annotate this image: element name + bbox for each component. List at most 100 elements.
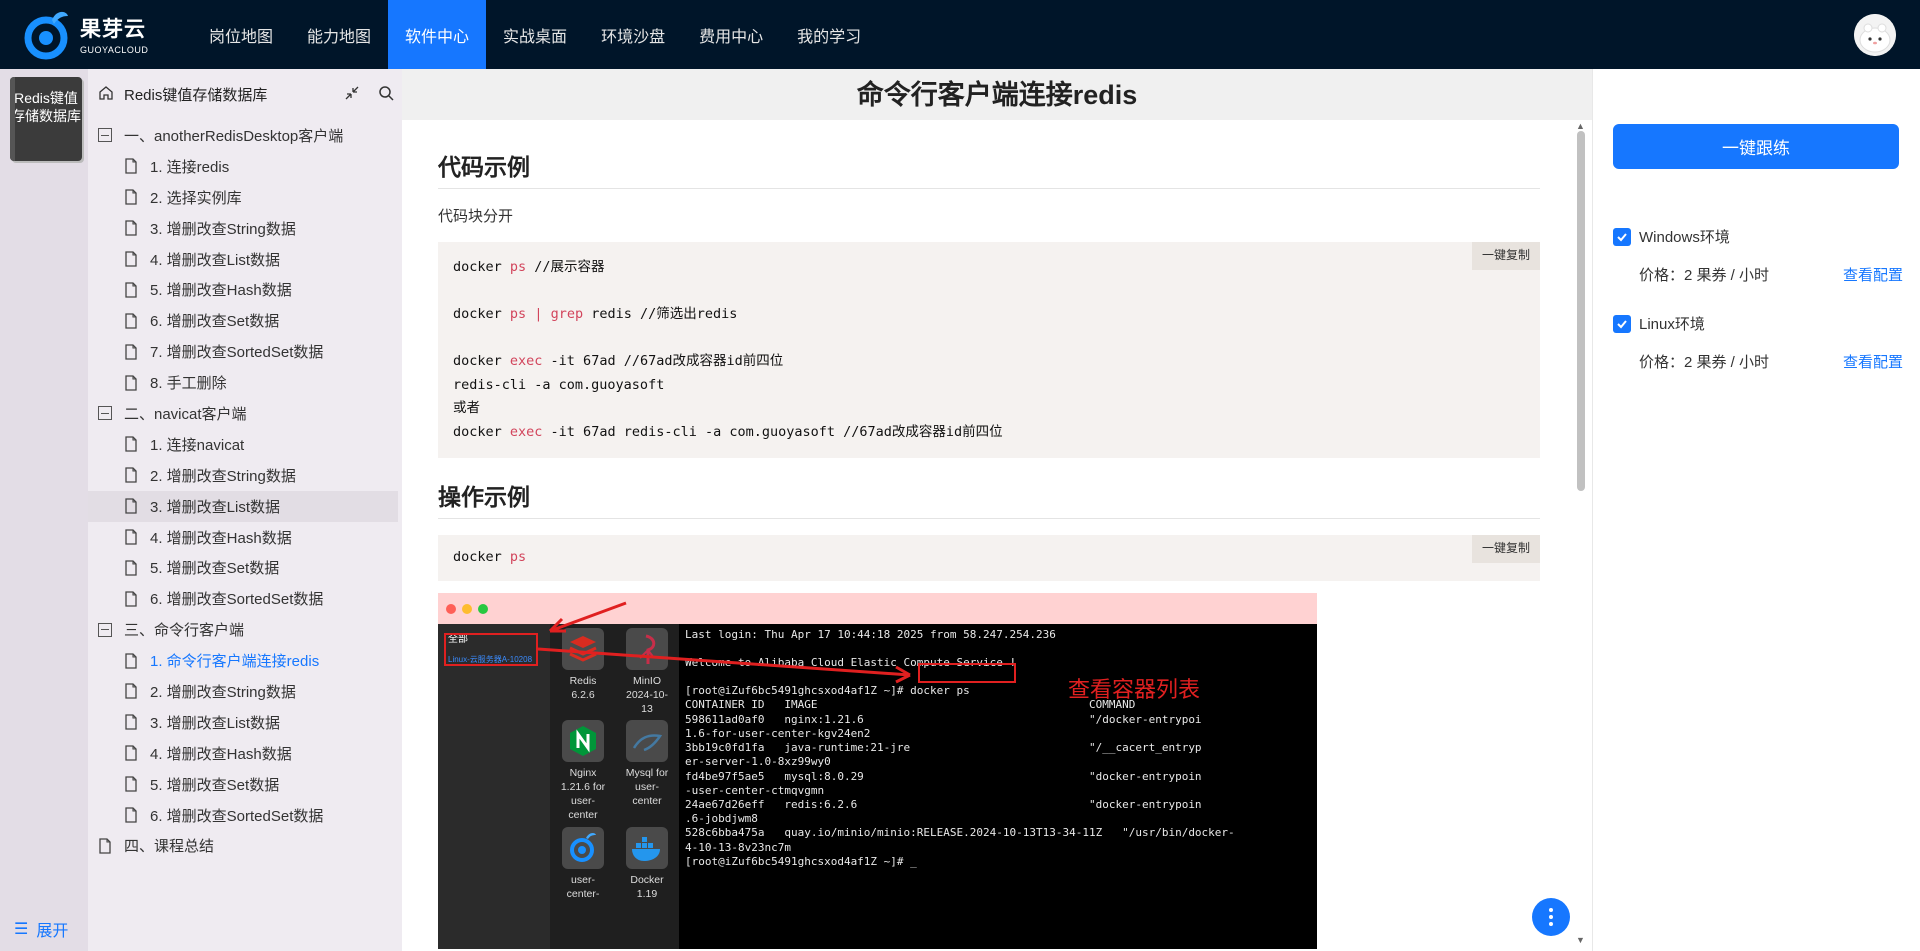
tree-item[interactable]: 5. 增删改查Hash数据 [88, 274, 402, 305]
document-icon [124, 714, 140, 731]
tree-item[interactable]: 4. 增删改查List数据 [88, 244, 402, 275]
tree-item[interactable]: 6. 增删改查SortedSet数据 [88, 583, 402, 614]
linux-env-label: Linux环境 [1639, 316, 1705, 333]
code-line: 或者 [453, 400, 480, 416]
code-lines: docker ps //展示容器 docker ps | grep redis /… [453, 256, 1525, 444]
tree-item[interactable]: 6. 增删改查Set数据 [88, 305, 402, 336]
windows-env-checkbox[interactable] [1613, 227, 1631, 246]
code-block-demo: 一键复制 docker ps [438, 535, 1540, 581]
document-icon [124, 529, 140, 545]
top-navbar: 果芽云 GUOYACLOUD 岗位地图 能力地图 软件中心 实战桌面 环境沙盘 … [0, 0, 1920, 69]
document-icon [124, 344, 140, 360]
tree-item[interactable]: 5. 增删改查Set数据 [88, 769, 402, 800]
tree-section[interactable]: 一、anotherRedisDesktop客户端 [88, 120, 402, 151]
document-icon [124, 313, 140, 329]
tree-item[interactable]: 4. 增删改查Hash数据 [88, 738, 402, 769]
code-line: docker ps [453, 549, 527, 565]
document-icon [124, 745, 140, 761]
nav-item-my-learning[interactable]: 我的学习 [780, 0, 878, 69]
course-card[interactable]: Redis键值存储数据库 [10, 77, 82, 161]
windows-env-price: 价格：2 果券 / 小时 [1639, 267, 1770, 284]
windows-env-label: Windows环境 [1639, 229, 1730, 246]
document-icon [124, 374, 140, 391]
nav-item-practice-desktop[interactable]: 实战桌面 [486, 0, 584, 69]
main-content: 命令行客户端连接redis 代码示例 代码块分开 一键复制 docker ps … [402, 69, 1592, 951]
scroll-down-arrow-icon[interactable]: ▼ [1576, 935, 1585, 945]
tree-row-label: 一、anotherRedisDesktop客户端 [124, 127, 344, 145]
tree-item[interactable]: 3. 增删改查List数据 [88, 490, 398, 522]
expand-button[interactable]: ☰ 展开 [14, 917, 68, 941]
tree-item[interactable]: 5. 增删改查Set数据 [88, 552, 402, 583]
nav-item-job-map[interactable]: 岗位地图 [192, 0, 290, 69]
content-scrollbar[interactable] [1577, 131, 1585, 491]
copy-button-demo[interactable]: 一键复制 [1471, 535, 1540, 563]
user-avatar[interactable] [1854, 14, 1896, 56]
linux-env-price: 价格：2 果券 / 小时 [1639, 354, 1770, 371]
tree-item[interactable]: 4. 增删改查Hash数据 [88, 522, 402, 553]
tree-section[interactable]: 三、命令行客户端 [88, 614, 402, 645]
logo-icon [24, 8, 72, 60]
tree-item[interactable]: 6. 增删改查SortedSet数据 [88, 800, 402, 831]
document-icon [124, 498, 140, 514]
tree-item[interactable]: 8. 手工删除 [88, 367, 402, 398]
document-icon [124, 436, 140, 452]
tree-row-label: 4. 增删改查Hash数据 [150, 529, 292, 547]
document-icon [98, 838, 114, 854]
search-icon[interactable] [378, 85, 394, 105]
document-icon [124, 220, 140, 236]
tree-row-label: 4. 增删改查List数据 [150, 251, 281, 269]
tree-item[interactable]: 2. 增删改查String数据 [88, 676, 402, 707]
collapse-toggle-icon[interactable] [98, 406, 112, 421]
collapse-toggle-icon[interactable] [98, 622, 112, 637]
nav-item-skill-map[interactable]: 能力地图 [290, 0, 388, 69]
page-title: 命令行客户端连接redis [402, 69, 1592, 120]
document-icon [124, 158, 140, 174]
nav-item-billing-center[interactable]: 费用中心 [682, 0, 780, 69]
tree-row-label: 四、课程总结 [124, 838, 215, 856]
copy-button[interactable]: 一键复制 [1471, 242, 1540, 270]
tree-row-label: 3. 增删改查String数据 [150, 220, 296, 238]
linux-view-config-link[interactable]: 查看配置 [1843, 351, 1903, 372]
tree-item[interactable]: 3. 增删改查List数据 [88, 707, 402, 738]
scroll-up-arrow-icon[interactable]: ▲ [1576, 121, 1585, 131]
chapter-tree: Redis键值存储数据库 一、anotherRedisDesktop客户端 1. … [88, 69, 402, 951]
brand-name-en: GUOYACLOUD [80, 45, 149, 55]
tree-section[interactable]: 二、navicat客户端 [88, 398, 402, 429]
tree-item[interactable]: 2. 选择实例库 [88, 182, 402, 213]
linux-env-checkbox[interactable] [1613, 314, 1631, 333]
document-icon [124, 467, 140, 483]
follow-practice-button[interactable]: 一键跟练 [1613, 124, 1899, 169]
collapse-icon[interactable] [344, 85, 360, 105]
brand-logo[interactable]: 果芽云 GUOYACLOUD [24, 8, 148, 60]
tree-item[interactable]: 1. 连接redis [88, 151, 402, 182]
course-column: Redis键值存储数据库 ☰ 展开 [0, 69, 88, 951]
tree-item[interactable]: 1. 连接navicat [88, 429, 402, 460]
main-nav: 岗位地图 能力地图 软件中心 实战桌面 环境沙盘 费用中心 我的学习 [192, 0, 878, 69]
tree-item[interactable]: 1. 命令行客户端连接redis [88, 645, 402, 676]
collapse-toggle-icon[interactable] [98, 128, 112, 143]
document-icon [124, 251, 140, 267]
tree-item[interactable]: 2. 增删改查String数据 [88, 460, 402, 491]
code-line: docker exec -it 67ad //67ad改成容器id前四位 [453, 353, 784, 369]
document-icon [124, 652, 140, 669]
code-line: docker ps //展示容器 [453, 259, 605, 275]
more-options-button[interactable] [1532, 898, 1570, 936]
code-line: redis-cli -a com.guoyasoft [453, 376, 665, 393]
document-icon [124, 189, 140, 205]
tree-item[interactable]: 3. 增删改查String数据 [88, 213, 402, 244]
windows-view-config-link[interactable]: 查看配置 [1843, 264, 1903, 285]
home-icon[interactable] [98, 85, 114, 105]
document-icon [124, 683, 140, 700]
tree-item[interactable]: 7. 增删改查SortedSet数据 [88, 336, 402, 367]
tree-section[interactable]: 四、课程总结 [88, 830, 402, 861]
article: 代码示例 代码块分开 一键复制 docker ps //展示容器 docker p… [438, 120, 1540, 949]
brand-name-cn: 果芽云 [80, 18, 146, 41]
tree-row-label: 1. 连接redis [150, 158, 230, 176]
section-intro: 代码块分开 [438, 208, 514, 225]
tree-row-label: 3. 增删改查List数据 [150, 498, 281, 516]
tree-list: 一、anotherRedisDesktop客户端 1. 连接redis 2. 选择实… [88, 120, 402, 861]
nav-item-env-sandbox[interactable]: 环境沙盘 [584, 0, 682, 69]
nav-item-software-center[interactable]: 软件中心 [388, 0, 487, 69]
env-windows: Windows环境 价格：2 果券 / 小时 查看配置 [1613, 226, 1903, 285]
document-icon [124, 776, 140, 792]
